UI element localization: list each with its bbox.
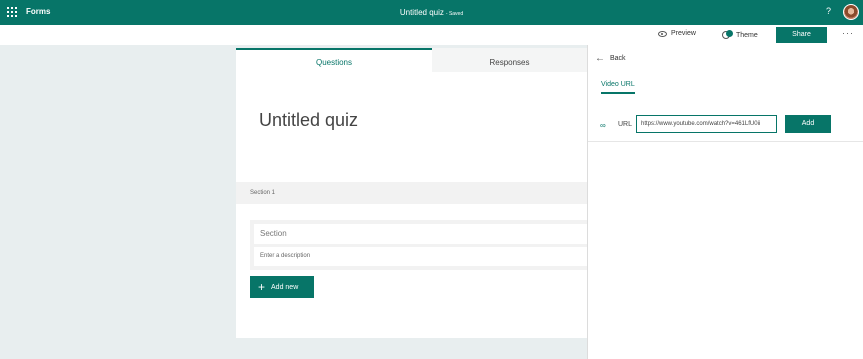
section-label: Section 1 [250, 190, 276, 196]
back-arrow-icon: ← [595, 53, 605, 64]
more-options-icon[interactable]: ··· [842, 28, 854, 38]
section-editor: Section Enter a description [250, 220, 587, 270]
share-button[interactable]: Share [776, 27, 827, 43]
command-bar: Preview Theme [0, 25, 863, 45]
link-icon: ∞ [600, 121, 606, 130]
palette-icon [722, 30, 733, 40]
app-header: Forms Untitled quiz - Saved ? [0, 0, 863, 25]
section-description-input[interactable]: Enter a description [254, 247, 587, 266]
url-input[interactable]: https://www.youtube.com/watch?v=461LfU0i… [636, 115, 777, 133]
theme-button[interactable]: Theme [722, 30, 758, 40]
add-new-label: Add new [271, 283, 299, 291]
theme-label: Theme [736, 31, 758, 39]
plus-icon: + [258, 280, 266, 294]
tab-questions[interactable]: Questions [236, 48, 432, 72]
back-button[interactable]: ← Back [595, 53, 626, 64]
section-title-input[interactable]: Section [254, 224, 587, 244]
preview-label: Preview [671, 30, 696, 37]
eye-icon [658, 30, 667, 37]
document-title-text: Untitled quiz [399, 8, 444, 17]
form-card: Questions Responses Untitled quiz Sectio… [236, 48, 587, 338]
help-icon[interactable]: ? [826, 6, 831, 16]
url-label: URL [618, 121, 633, 128]
tab-responses[interactable]: Responses [432, 48, 587, 72]
preview-button[interactable]: Preview [658, 30, 696, 37]
divider [588, 141, 863, 142]
add-url-button[interactable]: Add [785, 115, 831, 133]
section-header: Section 1 [236, 182, 587, 204]
document-title: Untitled quiz - Saved [0, 8, 863, 17]
saved-status: - Saved [445, 11, 464, 17]
quiz-title[interactable]: Untitled quiz [259, 110, 358, 131]
add-new-button[interactable]: + Add new [250, 276, 314, 298]
tab-video-url[interactable]: Video URL [601, 81, 635, 94]
avatar[interactable] [843, 4, 859, 20]
insert-video-panel: ← Back Video URL ∞ URL https://www.youtu… [587, 45, 863, 359]
back-label: Back [610, 55, 626, 62]
